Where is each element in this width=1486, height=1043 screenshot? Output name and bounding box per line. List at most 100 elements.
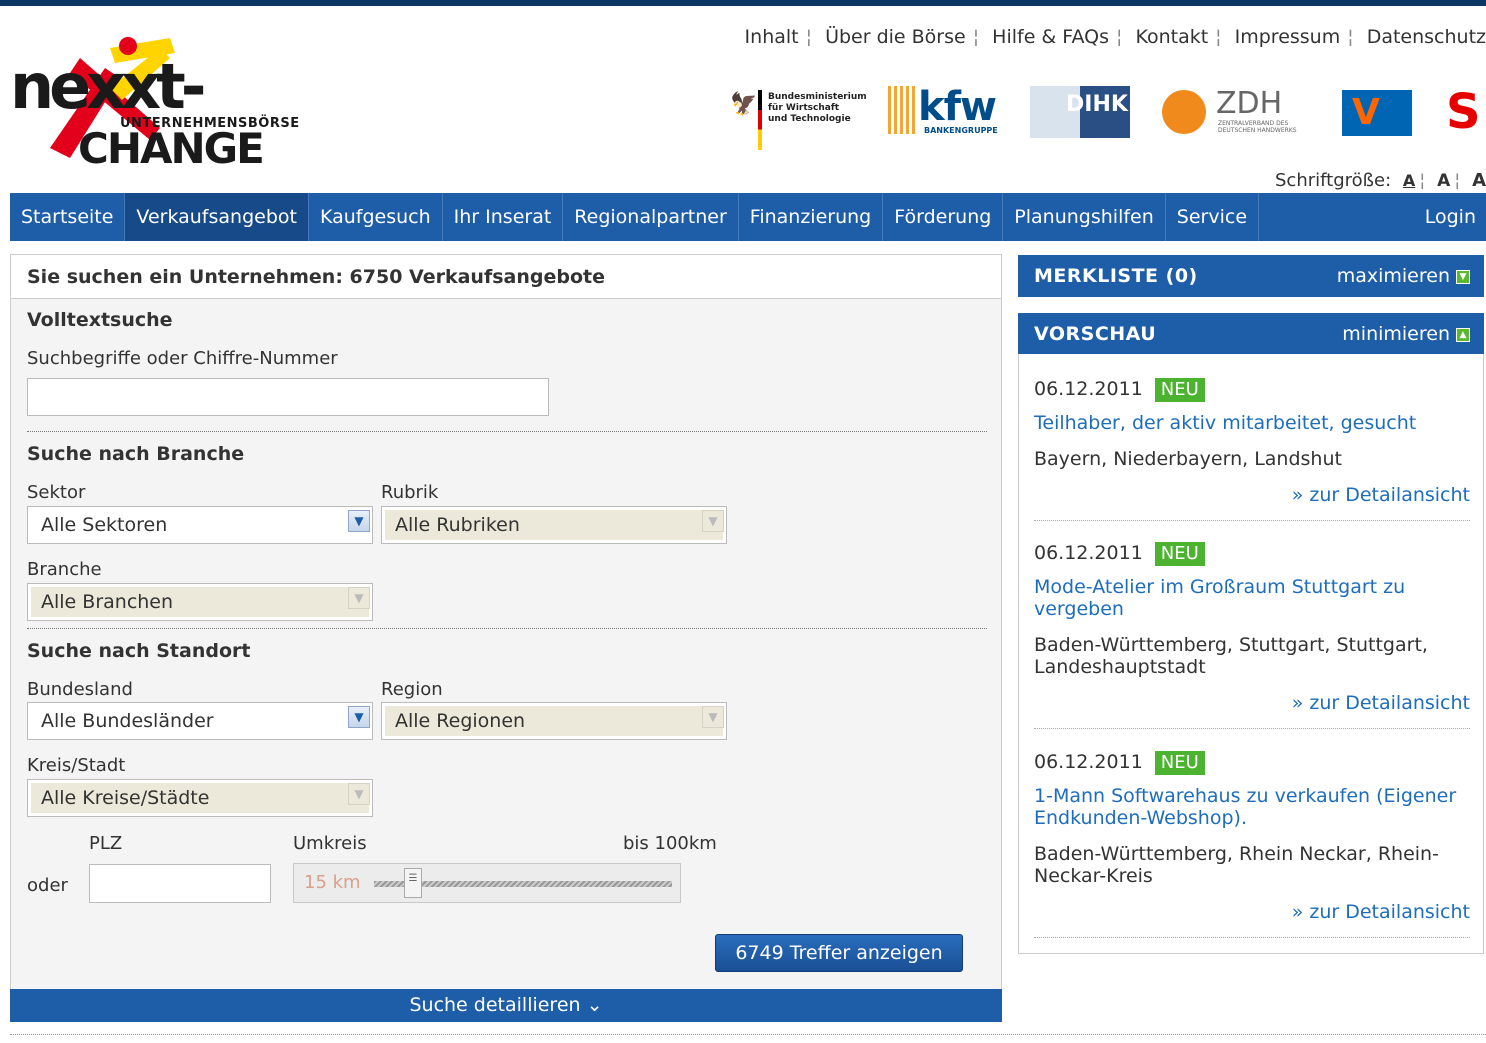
rubrik-value: Alle Rubriken <box>385 510 723 540</box>
nav-ihr-inserat[interactable]: Ihr Inserat <box>443 193 564 241</box>
volksbank-logo[interactable]: V <box>1342 90 1412 136</box>
metanav-kontakt[interactable]: Kontakt <box>1135 26 1208 48</box>
zdh-logo[interactable]: ZDH ZENTRALVERBAND DES DEUTSCHEN HANDWER… <box>1160 80 1310 140</box>
divider <box>1034 728 1470 729</box>
new-badge: NEU <box>1154 542 1205 566</box>
region-value: Alle Regionen <box>385 706 723 736</box>
nexxt-change-logo[interactable]: nexxt- UNTERNEHMENSBÖRSE CHANGE <box>10 28 299 173</box>
kreis-label: Kreis/Stadt <box>27 755 126 776</box>
entry-location: Baden-Württemberg, Stuttgart, Stuttgart,… <box>1034 634 1428 678</box>
zdh-subtitle: ZENTRALVERBAND DES DEUTSCHEN HANDWERKS <box>1218 120 1297 134</box>
metanav-hilfe[interactable]: Hilfe & FAQs <box>992 26 1109 48</box>
umkreis-value: 15 km <box>304 872 361 893</box>
nav-service[interactable]: Service <box>1166 193 1260 241</box>
metanav-impressum[interactable]: Impressum <box>1235 26 1341 48</box>
font-size-medium[interactable]: A <box>1437 171 1450 191</box>
vr-mark-icon: V <box>1352 92 1380 133</box>
kreis-value: Alle Kreise/Städte <box>31 783 369 813</box>
dihk-logo[interactable]: DIHK <box>1030 86 1130 138</box>
location-heading: Suche nach Standort <box>27 640 251 662</box>
merkliste-header: MERKLISTE (0) maximieren ▼ <box>1018 255 1484 297</box>
fulltext-input[interactable] <box>27 378 549 416</box>
separator: ¦ <box>1419 170 1426 191</box>
rubrik-select[interactable]: Alle Rubriken ▼ <box>381 506 727 544</box>
entry-title-link[interactable]: 1-Mann Softwarehaus zu verkaufen (Eigene… <box>1034 785 1470 829</box>
separator: ¦ <box>1215 26 1222 48</box>
eagle-icon: 🦅 <box>730 92 758 117</box>
entry-date: 06.12.2011 <box>1034 542 1143 564</box>
refine-search-button[interactable]: Suche detaillieren ⌄ <box>10 989 1002 1022</box>
fulltext-heading: Volltextsuche <box>27 309 173 331</box>
region-select[interactable]: Alle Regionen ▼ <box>381 702 727 740</box>
vorschau-title: VORSCHAU <box>1034 323 1157 345</box>
new-badge: NEU <box>1154 751 1205 775</box>
logo-wordmark: nexxt- <box>10 50 207 123</box>
oder-label: oder <box>27 875 68 896</box>
search-panel: Sie suchen ein Unternehmen: 6750 Verkauf… <box>10 254 1002 1022</box>
merkliste-maximize-button[interactable]: maximieren ▼ <box>1337 255 1470 297</box>
metanav-inhalt[interactable]: Inhalt <box>745 26 799 48</box>
vorschau-minimize-button[interactable]: minimieren ▲ <box>1342 313 1470 355</box>
metanav-datenschutz[interactable]: Datenschutz <box>1367 26 1486 48</box>
detail-link[interactable]: » zur Detailansicht <box>1034 484 1470 506</box>
kfw-logo[interactable]: kfw BANKENGRUPPE <box>888 80 998 140</box>
chevron-down-icon: ▼ <box>348 510 370 532</box>
slider-handle[interactable]: ☰ <box>404 868 422 898</box>
chevron-down-icon: ▼ <box>348 706 370 728</box>
sparkasse-logo[interactable]: S <box>1446 84 1486 140</box>
font-size-small[interactable]: A <box>1403 171 1415 190</box>
divider <box>1034 937 1470 938</box>
bmwi-logo[interactable]: 🦅 Bundesministerium für Wirtschaft und T… <box>730 80 867 150</box>
list-item: 06.12.2011 NEU Mode-Atelier im Großraum S… <box>1034 540 1470 729</box>
expand-icon: ▼ <box>1456 269 1470 284</box>
sektor-value: Alle Sektoren <box>41 514 168 536</box>
font-size-large[interactable]: A <box>1472 170 1486 191</box>
separator: ¦ <box>805 26 813 48</box>
nav-planungshilfen[interactable]: Planungshilfen <box>1003 193 1166 241</box>
entry-title-link[interactable]: Mode-Atelier im Großraum Stuttgart zu ve… <box>1034 576 1470 620</box>
nav-verkaufsangebot[interactable]: Verkaufsangebot <box>125 193 309 241</box>
divider <box>27 431 987 432</box>
branche-label: Branche <box>27 559 102 580</box>
merkliste-title: MERKLISTE (0) <box>1034 265 1198 287</box>
nav-regionalpartner[interactable]: Regionalpartner <box>563 193 739 241</box>
umkreis-max-label: bis 100km <box>623 833 717 854</box>
bmwi-text: Bundesministerium für Wirtschaft und Tec… <box>768 92 867 124</box>
nav-foerderung[interactable]: Förderung <box>883 193 1004 241</box>
sektor-select[interactable]: Alle Sektoren ▼ <box>27 506 373 544</box>
list-item: 06.12.2011 NEU 1-Mann Softwarehaus zu ver… <box>1034 749 1470 938</box>
kreis-select[interactable]: Alle Kreise/Städte ▼ <box>27 779 373 817</box>
separator: ¦ <box>1347 26 1354 48</box>
entry-title-link[interactable]: Teilhaber, der aktiv mitarbeitet, gesuch… <box>1034 412 1470 434</box>
metanav-ueber-die-boerse[interactable]: Über die Börse <box>825 26 966 48</box>
vorschau-header: VORSCHAU minimieren ▲ <box>1018 313 1484 355</box>
font-size-label: Schriftgröße: <box>1275 170 1392 191</box>
kfw-dots-icon <box>888 86 918 134</box>
zdh-circle-icon <box>1162 90 1206 134</box>
show-results-button[interactable]: 6749 Treffer anzeigen <box>715 934 963 972</box>
rubrik-label: Rubrik <box>381 482 439 503</box>
detail-link[interactable]: » zur Detailansicht <box>1034 901 1470 923</box>
bundesland-select[interactable]: Alle Bundesländer ▼ <box>27 702 373 740</box>
sparkasse-s-icon: S <box>1446 84 1481 140</box>
entry-location: Baden-Württemberg, Rhein Neckar, Rhein-N… <box>1034 843 1439 887</box>
branche-value: Alle Branchen <box>31 587 369 617</box>
nav-login[interactable]: Login <box>1414 193 1486 241</box>
detail-link[interactable]: » zur Detailansicht <box>1034 692 1470 714</box>
plz-input[interactable] <box>89 864 271 903</box>
merkliste-action-label: maximieren <box>1336 265 1450 287</box>
nav-startseite[interactable]: Startseite <box>10 193 126 241</box>
divider <box>1034 520 1470 521</box>
entry-date: 06.12.2011 <box>1034 751 1143 773</box>
sektor-label: Sektor <box>27 482 86 503</box>
nav-finanzierung[interactable]: Finanzierung <box>739 193 884 241</box>
entry-location: Bayern, Niederbayern, Landshut <box>1034 448 1342 470</box>
umkreis-slider[interactable]: 15 km ☰ <box>293 863 681 903</box>
branche-select[interactable]: Alle Branchen ▼ <box>27 583 373 621</box>
nav-kaufgesuch[interactable]: Kaufgesuch <box>309 193 443 241</box>
preview-list: 06.12.2011 NEU Teilhaber, der aktiv mitar… <box>1018 354 1484 954</box>
separator: ¦ <box>972 26 980 48</box>
footer-divider <box>10 1034 1486 1035</box>
divider <box>27 628 987 629</box>
umkreis-label: Umkreis <box>293 833 367 854</box>
